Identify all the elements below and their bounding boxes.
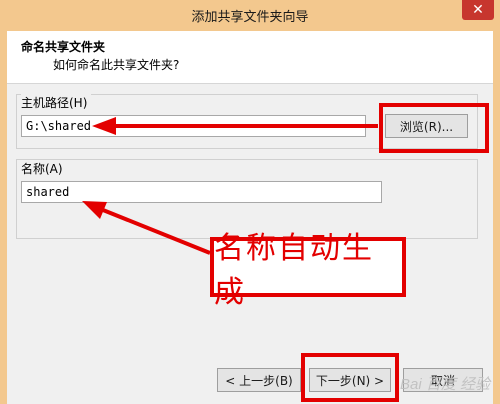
name-field[interactable]: shared	[21, 181, 382, 203]
wizard-window: 命名共享文件夹 如何命名此共享文件夹? 主机路径(H) G:\shared 浏览…	[0, 31, 500, 404]
page-title: 命名共享文件夹	[21, 40, 106, 54]
watermark: Bai 百度 经验	[399, 376, 490, 393]
host-path-label: 主机路径(H)	[21, 94, 92, 111]
title-bar: 添加共享文件夹向导 ✕	[0, 0, 500, 31]
back-button[interactable]: < 上一步(B)	[217, 368, 301, 392]
page-subtitle: 如何命名此共享文件夹?	[53, 58, 180, 72]
annotation-callout: 名称自动生成	[210, 231, 406, 310]
name-label: 名称(A)	[21, 160, 67, 177]
browse-highlight-box	[379, 103, 489, 153]
next-highlight-box	[301, 353, 399, 402]
window-title: 添加共享文件夹向导	[191, 10, 309, 25]
wizard-header: 命名共享文件夹 如何命名此共享文件夹?	[7, 31, 493, 84]
close-button[interactable]: ✕	[462, 0, 494, 20]
close-icon: ✕	[472, 2, 484, 18]
host-path-field[interactable]: G:\shared	[21, 115, 366, 137]
